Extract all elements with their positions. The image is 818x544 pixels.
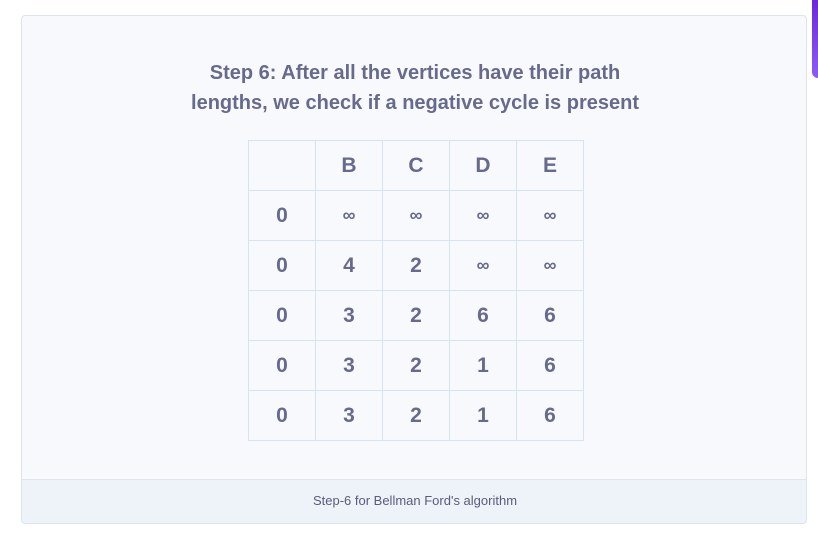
figure-title: Step 6: After all the vertices have thei… [22,58,806,118]
table-cell: 6 [516,290,584,341]
figure-caption: Step-6 for Bellman Ford's algorithm [22,479,806,523]
corner-accent [812,0,818,78]
header-cell-d: D [449,140,517,191]
table-cell: 4 [315,240,383,291]
page: Step 6: After all the vertices have thei… [0,0,818,544]
table-cell: 3 [315,290,383,341]
table-cell: ∞ [315,190,383,241]
table-cell: ∞ [516,190,584,241]
distance-table: B C D E 0 ∞ ∞ ∞ ∞ 0 4 2 ∞ ∞ 0 3 2 6 6 0 … [248,140,584,441]
figure-title-line-1: Step 6: After all the vertices have thei… [209,62,621,84]
table-cell: 0 [248,340,316,391]
table-cell: 0 [248,390,316,441]
table-cell: 0 [248,190,316,241]
table-cell: 1 [449,340,517,391]
table-cell: 0 [248,290,316,341]
table-cell: 2 [382,240,450,291]
table-cell: 3 [315,340,383,391]
header-cell-e: E [516,140,584,191]
table-row: 0 3 2 1 6 [248,390,584,441]
figure-card: Step 6: After all the vertices have thei… [21,15,807,524]
table-cell: 1 [449,390,517,441]
table-row: 0 4 2 ∞ ∞ [248,240,584,291]
table-cell: ∞ [449,240,517,291]
header-cell-blank [248,140,316,191]
table-cell: 6 [516,390,584,441]
table-cell: ∞ [516,240,584,291]
table-cell: 6 [449,290,517,341]
table-cell: ∞ [382,190,450,241]
figure-title-line-2: lengths, we check if a negative cycle is… [191,92,639,114]
table-row: 0 3 2 1 6 [248,340,584,391]
table-cell: 2 [382,390,450,441]
table-header-row: B C D E [248,140,584,191]
table-cell: 0 [248,240,316,291]
table-cell: 6 [516,340,584,391]
table-row: 0 3 2 6 6 [248,290,584,341]
table-cell: 2 [382,290,450,341]
table-row: 0 ∞ ∞ ∞ ∞ [248,190,584,241]
table-cell: 3 [315,390,383,441]
table-cell: ∞ [449,190,517,241]
header-cell-b: B [315,140,383,191]
header-cell-c: C [382,140,450,191]
table-cell: 2 [382,340,450,391]
